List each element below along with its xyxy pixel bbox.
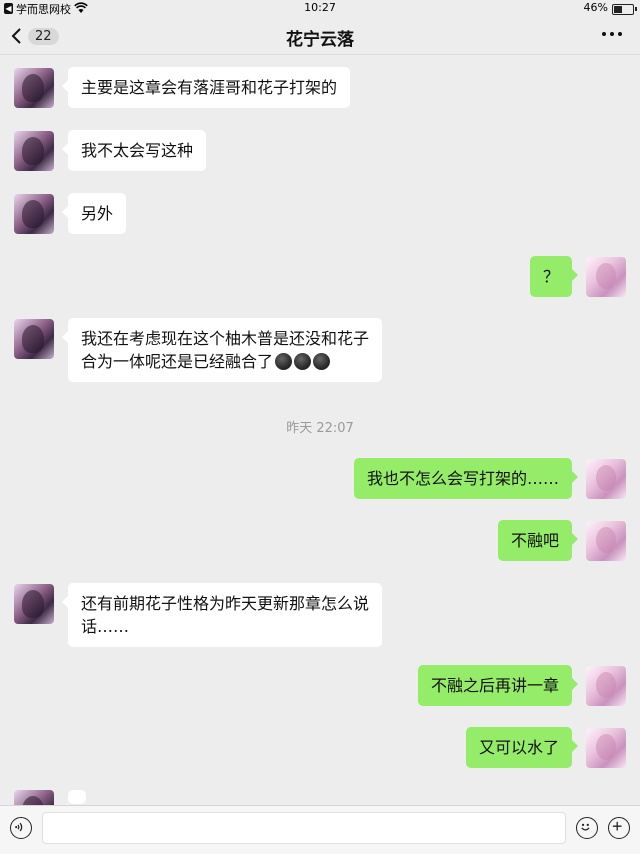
incoming-message-bubble[interactable]: 还有前期花子性格为昨天更新那章怎么说 话…… (61, 583, 383, 647)
outgoing-message-bubble[interactable]: 又可以水了 (465, 727, 579, 768)
my-avatar[interactable] (586, 666, 626, 706)
chat-header: 22 花宁云落 (0, 18, 640, 55)
my-avatar[interactable] (586, 521, 626, 561)
battery-icon (612, 4, 634, 15)
more-dot-icon (618, 32, 622, 36)
voice-icon[interactable] (10, 817, 32, 839)
message-text-line-2: 合为一体呢还是已经融合了 (81, 350, 369, 373)
contact-avatar[interactable] (14, 68, 54, 108)
contact-avatar[interactable] (14, 584, 54, 624)
clock: 10:27 (304, 1, 336, 14)
outgoing-message-bubble[interactable]: 我也不怎么会写打架的…… (353, 458, 579, 499)
incoming-message-bubble[interactable]: 我不太会写这种 (61, 130, 207, 171)
my-avatar[interactable] (586, 728, 626, 768)
battery-level (614, 6, 623, 13)
outgoing-message-bubble[interactable]: 不融之后再讲一章 (417, 665, 579, 706)
new-moon-face-icon (275, 353, 293, 370)
outgoing-message-bubble[interactable]: 不融吧 (497, 520, 579, 561)
chat-input-bar (0, 805, 640, 854)
more-dot-icon (610, 32, 614, 36)
contact-avatar[interactable] (14, 319, 54, 359)
my-avatar[interactable] (586, 257, 626, 297)
incoming-message-bubble-partial[interactable] (62, 790, 86, 815)
outgoing-message-bubble[interactable]: ？ (529, 256, 579, 297)
plus-icon[interactable] (608, 817, 630, 839)
message-text: 我不太会写这种 (81, 141, 194, 160)
message-text: 又可以水了 (478, 738, 559, 757)
message-text: 主要是这章会有落涯哥和花子打架的 (81, 78, 338, 97)
new-moon-face-icon (294, 353, 312, 370)
message-text: 另外 (81, 204, 114, 223)
chat-title: 花宁云落 (286, 30, 354, 50)
incoming-message-bubble[interactable]: 主要是这章会有落涯哥和花子打架的 (61, 67, 351, 108)
message-text-line: 还有前期花子性格为昨天更新那章怎么说 (81, 594, 370, 613)
incoming-message-bubble[interactable]: 我还在考虑现在这个柚木普是还没和花子 合为一体呢还是已经融合了 (61, 318, 383, 382)
my-avatar[interactable] (586, 459, 626, 499)
more-options-button[interactable] (602, 32, 622, 38)
timestamp-divider: 昨天 22:07 (286, 421, 354, 436)
battery-nub (635, 7, 637, 11)
message-text-line: 合为一体呢还是已经融合了 (81, 352, 274, 371)
message-input[interactable] (42, 812, 566, 844)
battery-percent: 46% (583, 1, 608, 14)
message-text-line: 话…… (81, 617, 130, 636)
emoji-icon[interactable] (576, 817, 598, 839)
message-text: 不融吧 (510, 531, 559, 550)
new-moon-face-icon (313, 353, 331, 370)
contact-avatar[interactable] (14, 131, 54, 171)
message-text: 我也不怎么会写打架的…… (366, 469, 559, 488)
incoming-message-bubble[interactable]: 另外 (61, 193, 127, 234)
message-text: 不融之后再讲一章 (430, 676, 559, 695)
more-dot-icon (602, 32, 606, 36)
message-text-line: 我还在考虑现在这个柚木普是还没和花子 (81, 329, 370, 348)
contact-avatar[interactable] (14, 194, 54, 234)
message-text: ？ (542, 267, 559, 286)
status-bar: ◀ 学而思网校 10:27 46% (0, 0, 640, 18)
